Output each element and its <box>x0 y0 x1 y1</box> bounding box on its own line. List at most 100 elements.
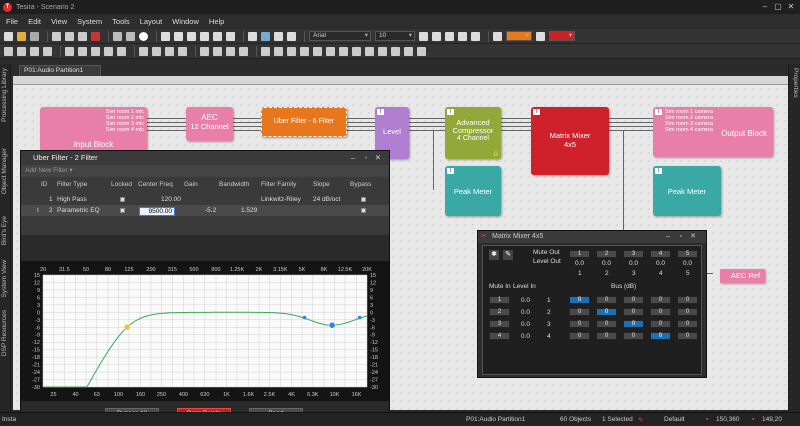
eq-response-svg[interactable]: 15 1512 129 96 63 30 0-3 -3-6 -6-9 -9-12 -12-15 -15… <box>21 261 389 401</box>
align-middle-icon[interactable] <box>213 31 222 41</box>
uber-filter-block[interactable]: Uber Filter - 6 Filter <box>261 107 347 137</box>
line-color-select[interactable] <box>549 31 575 41</box>
text-align-center-icon[interactable] <box>458 31 467 41</box>
tab-processing-library[interactable]: Processing Library <box>1 68 10 122</box>
italic-icon[interactable] <box>432 31 441 41</box>
pencil-icon[interactable] <box>248 31 257 41</box>
input-level[interactable]: 0.0 <box>521 309 530 316</box>
input-mute-button[interactable]: 2 <box>489 308 510 316</box>
fill-icon[interactable] <box>493 31 502 41</box>
aec-ref-block[interactable]: AEC Ref <box>720 269 765 283</box>
align-right-icon[interactable] <box>187 31 196 41</box>
delete-icon[interactable] <box>91 31 100 41</box>
input-mute-button[interactable]: 1 <box>489 296 510 304</box>
add-filter-dropdown[interactable]: Add New Filter ▾ <box>21 165 389 177</box>
image-icon[interactable] <box>117 46 126 56</box>
table-row[interactable]: I 2 Parametric EQ -5.2 1.529 <box>21 205 389 216</box>
line-color-icon[interactable] <box>536 31 545 41</box>
snap-icon[interactable] <box>30 46 39 56</box>
output-mute-button[interactable]: 2 <box>596 250 617 258</box>
zoom-fit-icon[interactable] <box>165 46 174 56</box>
align-left-icon[interactable] <box>161 31 170 41</box>
gear-icon[interactable]: ✱ <box>489 250 499 260</box>
help-icon[interactable] <box>139 31 148 41</box>
crosspoint-cell[interactable]: 0 <box>623 332 644 340</box>
open-icon[interactable] <box>17 31 26 41</box>
output-mute-button[interactable]: 5 <box>677 250 698 258</box>
maximize-icon[interactable]: ▫ <box>364 151 367 165</box>
crosspoint-cell[interactable]: 0 <box>596 320 617 328</box>
zoom-out-icon[interactable] <box>152 46 161 56</box>
output-mute-button[interactable]: 1 <box>569 250 590 258</box>
output-level[interactable]: 0.0 <box>602 260 611 267</box>
crosspoint-cell[interactable]: 0 <box>569 296 590 304</box>
zoom-in-icon[interactable] <box>139 46 148 56</box>
locked-checkbox[interactable] <box>120 208 125 213</box>
bypass-checkbox[interactable] <box>361 208 366 213</box>
tab-system-view[interactable]: System View <box>1 260 10 297</box>
same-size-icon[interactable] <box>313 46 322 56</box>
aec-block[interactable]: AEC 12 Channel <box>186 107 233 141</box>
peak-meter-block[interactable]: I Peak Meter <box>653 166 721 216</box>
save-icon[interactable] <box>30 31 39 41</box>
output-level[interactable]: 0.0 <box>575 260 584 267</box>
tab-birds-eye[interactable]: Bird's Eye <box>1 216 10 245</box>
same-width-icon[interactable] <box>287 46 296 56</box>
crosspoint-cell[interactable]: 0 <box>650 332 671 340</box>
output-mute-button[interactable]: 3 <box>623 250 644 258</box>
distribute-v-icon[interactable] <box>274 46 283 56</box>
link-icon[interactable] <box>274 31 283 41</box>
menu-edit[interactable]: Edit <box>28 17 41 26</box>
send-back-icon[interactable] <box>365 46 374 56</box>
box-icon[interactable] <box>91 46 100 56</box>
crosspoint-cell[interactable]: 0 <box>596 308 617 316</box>
input-block[interactable]: Sim room 1 mic Sim room 2 mic Sim room 3… <box>40 107 147 151</box>
align-bottom-icon[interactable] <box>226 31 235 41</box>
document-tab[interactable]: P01:Audio Partition1 <box>19 65 101 76</box>
input-level[interactable]: 0.0 <box>521 321 530 328</box>
crosspoint-cell[interactable]: 0 <box>569 320 590 328</box>
crosspoint-cell[interactable]: 0 <box>677 308 698 316</box>
uber-filter-titlebar[interactable]: Uber Filter - 2 Filter – ▫ ✕ <box>21 151 389 165</box>
crosspoint-cell[interactable]: 0 <box>677 320 698 328</box>
text-icon[interactable] <box>78 46 87 56</box>
group-icon[interactable] <box>326 46 335 56</box>
center-freq-input[interactable]: 9500.00 <box>139 207 175 216</box>
crosspoint-cell[interactable]: 0 <box>677 296 698 304</box>
fill-color-select[interactable] <box>506 31 532 41</box>
undo-icon[interactable] <box>113 31 122 41</box>
locked-checkbox[interactable] <box>120 197 125 202</box>
input-mute-button[interactable]: 3 <box>489 320 510 328</box>
minimize-icon[interactable]: – <box>666 231 670 243</box>
connect-icon[interactable] <box>261 31 270 41</box>
connect-system-icon[interactable] <box>226 46 235 56</box>
input-mute-button[interactable]: 4 <box>489 332 510 340</box>
crosspoint-cell[interactable]: 0 <box>623 320 644 328</box>
crosspoint-cell[interactable]: 0 <box>677 332 698 340</box>
menu-window[interactable]: Window <box>172 17 199 26</box>
menu-file[interactable]: File <box>6 17 18 26</box>
menu-system[interactable]: System <box>77 17 102 26</box>
peak-meter-block[interactable]: I Peak Meter <box>445 166 501 216</box>
tab-dsp-resources[interactable]: DSP Resources <box>1 310 10 356</box>
maximize-icon[interactable]: ▫ <box>680 231 682 243</box>
tab-object-manager[interactable]: Object Manager <box>1 148 10 194</box>
online-icon[interactable] <box>239 46 248 56</box>
compressor-block[interactable]: I Advanced Compressor 4 Channel G <box>445 107 501 159</box>
crosspoint-cell[interactable]: 0 <box>596 296 617 304</box>
output-level[interactable]: 0.0 <box>683 260 692 267</box>
minimize-icon[interactable]: – <box>351 151 355 165</box>
status-style[interactable]: Default <box>664 416 685 423</box>
compile-icon[interactable] <box>213 46 222 56</box>
crosspoint-cell[interactable]: 0 <box>596 332 617 340</box>
menu-view[interactable]: View <box>51 17 67 26</box>
close-icon[interactable]: ✕ <box>375 151 381 165</box>
redo-icon[interactable] <box>126 31 135 41</box>
crosspoint-cell[interactable]: 0 <box>650 308 671 316</box>
font-size-select[interactable]: 10 <box>375 31 415 41</box>
close-icon[interactable]: ✕ <box>786 2 796 12</box>
text-align-right-icon[interactable] <box>471 31 480 41</box>
ungroup-icon[interactable] <box>339 46 348 56</box>
tab-properties[interactable]: Properties <box>790 68 799 98</box>
same-height-icon[interactable] <box>300 46 309 56</box>
